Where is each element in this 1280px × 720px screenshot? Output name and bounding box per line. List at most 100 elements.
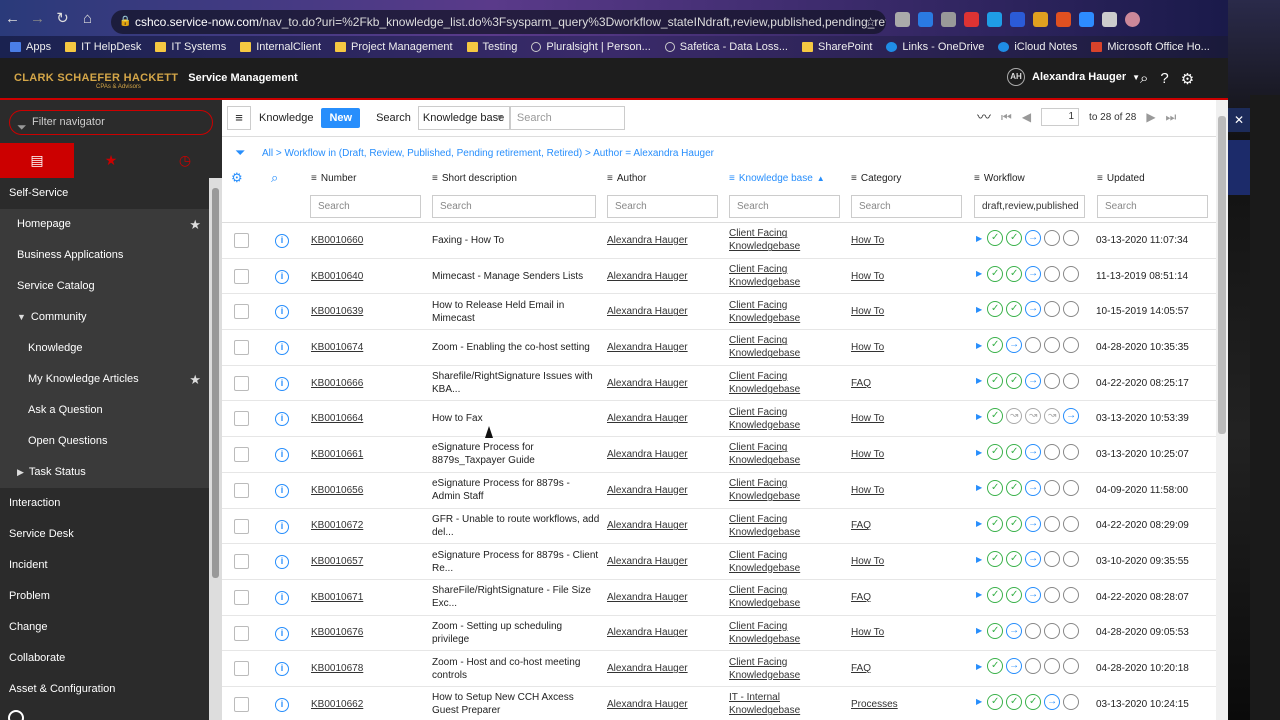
sidebar-scrollbar[interactable] [209, 178, 222, 720]
expand-triangle-icon[interactable]: ▶ [976, 448, 982, 457]
column-knowledge-base[interactable]: ≡ Knowledge base ▲ [729, 173, 825, 184]
kb-number-link[interactable]: KB0010678 [311, 651, 426, 686]
tab-favorites[interactable]: ★ [74, 143, 148, 178]
category-link[interactable]: How To [851, 294, 966, 329]
extension-icon[interactable] [1033, 12, 1048, 27]
expand-triangle-icon[interactable]: ▶ [976, 305, 982, 314]
category-link[interactable]: How To [851, 616, 966, 651]
expand-triangle-icon[interactable]: ▶ [976, 234, 982, 243]
bookmark-star-icon[interactable]: ☆ [865, 10, 876, 34]
knowledge-base-link[interactable]: Client Facing Knowledgebase [729, 651, 814, 686]
category-search-input[interactable]: Search [851, 195, 962, 218]
description-search-input[interactable]: Search [432, 195, 596, 218]
kb-number-link[interactable]: KB0010662 [311, 687, 426, 720]
row-checkbox[interactable] [234, 375, 249, 391]
home-icon[interactable]: ⌂ [75, 10, 100, 27]
author-link[interactable]: Alexandra Hauger [607, 687, 722, 720]
expand-triangle-icon[interactable]: ▶ [976, 376, 982, 385]
search-icon[interactable]: ⌕ [271, 170, 278, 186]
bookmark-item[interactable]: Testing [466, 41, 517, 53]
sidebar-item-my-knowledge-articles[interactable]: My Knowledge Articles ★ [0, 364, 209, 395]
expand-triangle-icon[interactable]: ▶ [976, 269, 982, 278]
sidebar-item-service-desk[interactable]: Service Desk [0, 519, 209, 550]
extension-icon[interactable] [918, 12, 933, 27]
row-checkbox[interactable] [234, 268, 249, 284]
star-icon[interactable]: ★ [189, 364, 201, 395]
sidebar-item-knowledge[interactable]: Knowledge [0, 333, 209, 364]
expand-triangle-icon[interactable]: ▶ [976, 341, 982, 350]
prev-page-icon[interactable]: ◀ [1022, 110, 1031, 124]
row-checkbox[interactable] [234, 589, 249, 605]
bookmark-item[interactable]: iCloud Notes [998, 41, 1077, 53]
sidebar-item-interaction[interactable]: Interaction [0, 488, 209, 519]
scrollbar-thumb[interactable] [1218, 116, 1226, 434]
category-link[interactable]: FAQ [851, 580, 966, 615]
expand-triangle-icon[interactable]: ▶ [976, 697, 982, 706]
sidebar-item-problem[interactable]: Problem [0, 581, 209, 612]
expand-triangle-icon[interactable]: ▶ [976, 412, 982, 421]
info-icon[interactable]: i [275, 519, 289, 534]
row-checkbox[interactable] [234, 482, 249, 498]
author-link[interactable]: Alexandra Hauger [607, 259, 722, 294]
author-link[interactable]: Alexandra Hauger [607, 401, 722, 436]
expand-triangle-icon[interactable]: ▶ [976, 590, 982, 599]
row-checkbox[interactable] [234, 304, 249, 320]
info-icon[interactable]: i [275, 483, 289, 498]
page-input[interactable]: 1 [1041, 108, 1080, 126]
address-bar[interactable]: 🔒 cshco.service-now.com/nav_to.do?uri=%2… [111, 10, 886, 34]
bookmark-item[interactable]: SharePoint [801, 41, 872, 53]
last-page-icon[interactable]: ⏭ [1166, 110, 1177, 125]
knowledge-base-link[interactable]: Client Facing Knowledgebase [729, 401, 814, 436]
row-checkbox[interactable] [234, 518, 249, 534]
sidebar-item-asset-configuration[interactable]: Asset & Configuration [0, 674, 209, 705]
author-link[interactable]: Alexandra Hauger [607, 509, 722, 544]
expand-triangle-icon[interactable]: ▶ [976, 626, 982, 635]
star-icon[interactable]: ★ [189, 209, 201, 240]
info-icon[interactable]: i [275, 590, 289, 605]
user-menu[interactable]: AH Alexandra Hauger ▼ [1007, 68, 1140, 86]
info-icon[interactable]: i [275, 376, 289, 391]
extension-icon[interactable] [987, 12, 1002, 27]
category-link[interactable]: How To [851, 544, 966, 579]
author-link[interactable]: Alexandra Hauger [607, 437, 722, 472]
table-row[interactable]: i KB0010639 How to Release Held Email in M… [222, 294, 1216, 331]
knowledge-base-link[interactable]: Client Facing Knowledgebase [729, 544, 814, 579]
info-icon[interactable]: i [275, 555, 289, 570]
info-icon[interactable]: i [275, 662, 289, 677]
info-icon[interactable]: i [275, 448, 289, 463]
kb-number-link[interactable]: KB0010671 [311, 580, 426, 615]
category-link[interactable]: How To [851, 437, 966, 472]
sidebar-item-ask-a-question[interactable]: Ask a Question [0, 395, 209, 426]
info-icon[interactable]: i [275, 305, 289, 320]
info-icon[interactable]: i [275, 697, 289, 712]
extension-icon[interactable] [1079, 12, 1094, 27]
first-page-icon[interactable]: ⏮ [1001, 110, 1012, 125]
knowledge-base-link[interactable]: Client Facing Knowledgebase [729, 509, 814, 544]
extension-icon[interactable] [941, 12, 956, 27]
table-row[interactable]: i KB0010640 Mimecast - Manage Senders List… [222, 259, 1216, 295]
knowledge-base-link[interactable]: IT - Internal Knowledgebase [729, 687, 814, 720]
column-menu-icon[interactable]: ≡ [432, 173, 438, 184]
back-icon[interactable]: ← [0, 10, 25, 27]
scrollbar-thumb[interactable] [212, 188, 219, 578]
info-icon[interactable]: i [275, 626, 289, 641]
kb-number-link[interactable]: KB0010639 [311, 294, 426, 329]
extension-icon[interactable] [1056, 12, 1071, 27]
extension-icon[interactable] [1010, 12, 1025, 27]
sidebar-item-business-applications[interactable]: Business Applications [0, 240, 209, 271]
kb-number-link[interactable]: KB0010674 [311, 330, 426, 365]
reload-icon[interactable]: ↻ [50, 9, 75, 27]
knowledge-base-link[interactable]: Client Facing Knowledgebase [729, 616, 814, 651]
info-icon[interactable]: i [275, 412, 289, 427]
author-link[interactable]: Alexandra Hauger [607, 330, 722, 365]
row-checkbox[interactable] [234, 447, 249, 463]
author-link[interactable]: Alexandra Hauger [607, 473, 722, 508]
info-icon[interactable]: i [275, 269, 289, 284]
expand-triangle-icon[interactable]: ▶ [976, 555, 982, 564]
table-row[interactable]: i KB0010674 Zoom - Enabling the co-host se… [222, 330, 1216, 366]
caret-right-icon[interactable]: ▶ [17, 467, 24, 477]
table-row[interactable]: i KB0010656 eSignature Process for 8879s -… [222, 473, 1216, 509]
table-row[interactable]: i KB0010660 Faxing - How To Alexandra Hauge… [222, 223, 1216, 259]
kb-number-link[interactable]: KB0010661 [311, 437, 426, 472]
category-link[interactable]: How To [851, 401, 966, 436]
